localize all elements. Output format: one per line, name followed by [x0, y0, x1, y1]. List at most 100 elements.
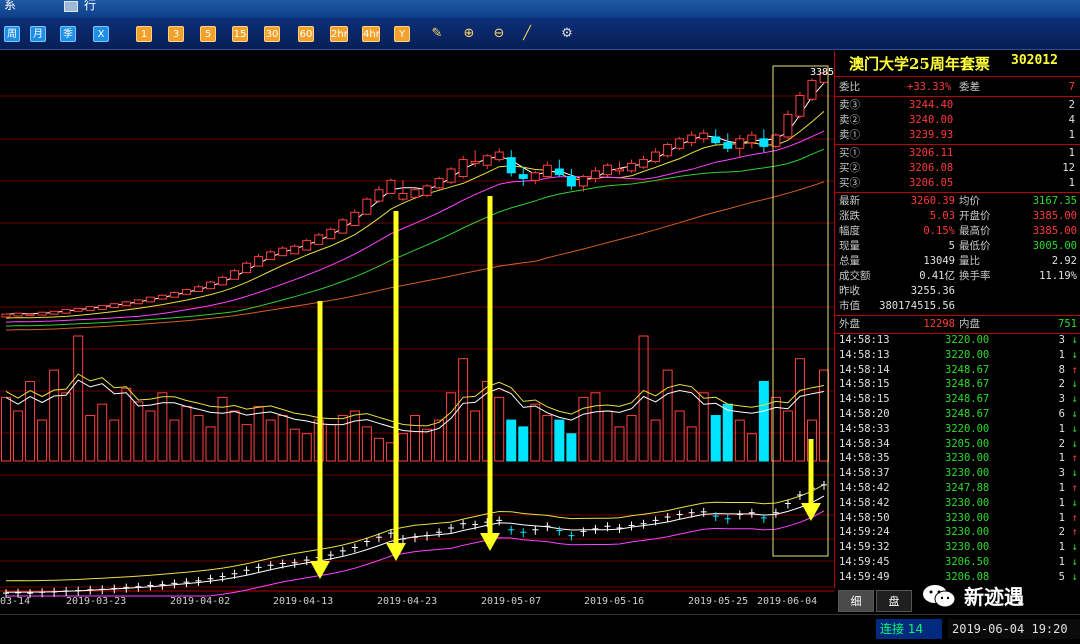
indicator-tick	[219, 572, 226, 582]
indicator-tick	[147, 581, 154, 591]
tick-time: 14:58:35	[839, 452, 890, 465]
candle-body	[602, 164, 612, 176]
tick-time: 14:59:24	[839, 526, 890, 539]
stat-label: 幅度	[839, 225, 860, 237]
prev-close-label: 昨收	[839, 285, 860, 297]
candle-body	[627, 162, 637, 172]
period-button[interactable]: 4hr	[362, 26, 380, 42]
volume-bar	[590, 392, 601, 462]
volume-bars	[1, 335, 829, 462]
candle-body	[218, 276, 228, 286]
tick-row: 14:58:50 3230.00 1 ↑	[835, 511, 1080, 526]
tick-qty: 6	[1058, 408, 1065, 420]
stat-label: 换手率	[959, 270, 991, 282]
period-button[interactable]: 季	[60, 26, 76, 42]
tick-time: 14:58:42	[839, 496, 890, 509]
divider	[835, 144, 1080, 145]
tick-price: 3220.00	[945, 348, 990, 361]
volume-bar	[205, 426, 216, 462]
candle	[218, 275, 228, 286]
candle	[530, 170, 540, 185]
down-arrow-icon: ↓	[1071, 467, 1078, 480]
period-toolbar: 周月季 X 1 3 5 15 30 60 2hr 4hr Y ✎ ⊕ ⊖ ╱ ⚙	[0, 18, 1080, 50]
security-name: 澳门大学25周年套票	[849, 55, 990, 73]
tick-qty: 3	[1058, 467, 1065, 480]
candle	[723, 133, 733, 153]
period-button[interactable]: X	[93, 26, 109, 42]
tab-book[interactable]: 盘	[876, 590, 912, 612]
period-button[interactable]: 15	[232, 26, 248, 42]
volume-bar	[422, 428, 433, 462]
candle	[795, 91, 805, 119]
period-button[interactable]: 周	[4, 26, 20, 42]
chart-grid	[0, 95, 834, 592]
stock-chart[interactable]: 3385	[0, 51, 834, 614]
candle	[554, 159, 564, 177]
candle-body	[133, 299, 143, 305]
volume-bar	[410, 415, 420, 462]
candle	[458, 155, 468, 179]
draw-line-icon[interactable]: ╱	[518, 26, 536, 42]
stat-label: 均价	[959, 195, 980, 207]
notepad-icon[interactable]: ✎	[428, 26, 446, 42]
tick-row: 14:58:33 3220.00 1 ↓	[835, 422, 1080, 437]
candle-body	[615, 168, 624, 172]
candle-body	[314, 234, 324, 245]
tick-price: 3230.00	[945, 526, 990, 539]
tick-time: 14:58:13	[839, 334, 890, 346]
zoom-out-icon[interactable]: ⊖	[490, 26, 508, 42]
volume-bar	[289, 428, 300, 462]
candle	[386, 178, 396, 195]
candle-body	[61, 308, 71, 314]
period-button[interactable]: 3	[168, 26, 184, 42]
printer-icon[interactable]	[64, 1, 78, 12]
moving-averages	[5, 82, 825, 331]
down-arrow-icon: ↓	[1071, 437, 1078, 450]
up-arrow-icon: ↑	[1071, 526, 1078, 539]
down-arrow	[386, 211, 406, 561]
stat-label: 现量	[839, 240, 860, 252]
volume-bar	[458, 358, 469, 462]
candlesticks	[1, 71, 829, 318]
window-title-right: 行	[84, 0, 97, 12]
tick-row: 14:58:15 3248.67 3 ↓	[835, 392, 1080, 407]
tick-price: 3230.00	[945, 496, 990, 509]
period-button[interactable]: 2hr	[330, 26, 348, 42]
period-button[interactable]: 5	[200, 26, 216, 42]
settings-gear-icon[interactable]: ⚙	[558, 26, 576, 42]
period-button[interactable]: 1	[136, 26, 152, 42]
period-button[interactable]: 60	[298, 26, 314, 42]
tick-row: 14:58:35 3230.00 1 ↑	[835, 451, 1080, 466]
ask-label: 卖③	[839, 99, 860, 111]
market-value-label: 市值	[839, 300, 860, 312]
outer-inner-row: 外盘 12298 内盘 751	[835, 317, 1080, 332]
candle	[482, 153, 492, 169]
candle	[169, 291, 179, 298]
period-button[interactable]: Y	[394, 26, 410, 42]
tick-row: 14:58:13 3220.00 3 ↓	[835, 333, 1080, 348]
tab-detail[interactable]: 细	[838, 590, 874, 612]
tick-price: 3230.00	[945, 452, 990, 465]
candle-body	[542, 164, 552, 178]
divider	[835, 315, 1080, 316]
tick-time: 14:58:20	[839, 408, 890, 420]
volume-bar	[819, 369, 829, 462]
candle	[759, 129, 769, 153]
indicator-tick	[75, 586, 82, 596]
stat-label: 开盘价	[959, 210, 991, 222]
indicator-tick	[496, 516, 503, 526]
bid-price: 3206.08	[909, 162, 954, 174]
volume-bar	[650, 419, 661, 462]
volume-bar	[145, 410, 156, 462]
candle	[639, 155, 649, 169]
zoom-in-icon[interactable]: ⊕	[460, 26, 478, 42]
candle-body	[242, 262, 252, 274]
volume-bar	[566, 433, 577, 462]
ask-qty: 2	[1068, 99, 1075, 111]
period-button[interactable]: 月	[30, 26, 46, 42]
indicator-line	[6, 510, 825, 597]
candle-body	[795, 95, 805, 117]
tick-time: 14:58:33	[839, 422, 890, 435]
candle-body	[494, 151, 504, 161]
period-button[interactable]: 30	[264, 26, 280, 42]
